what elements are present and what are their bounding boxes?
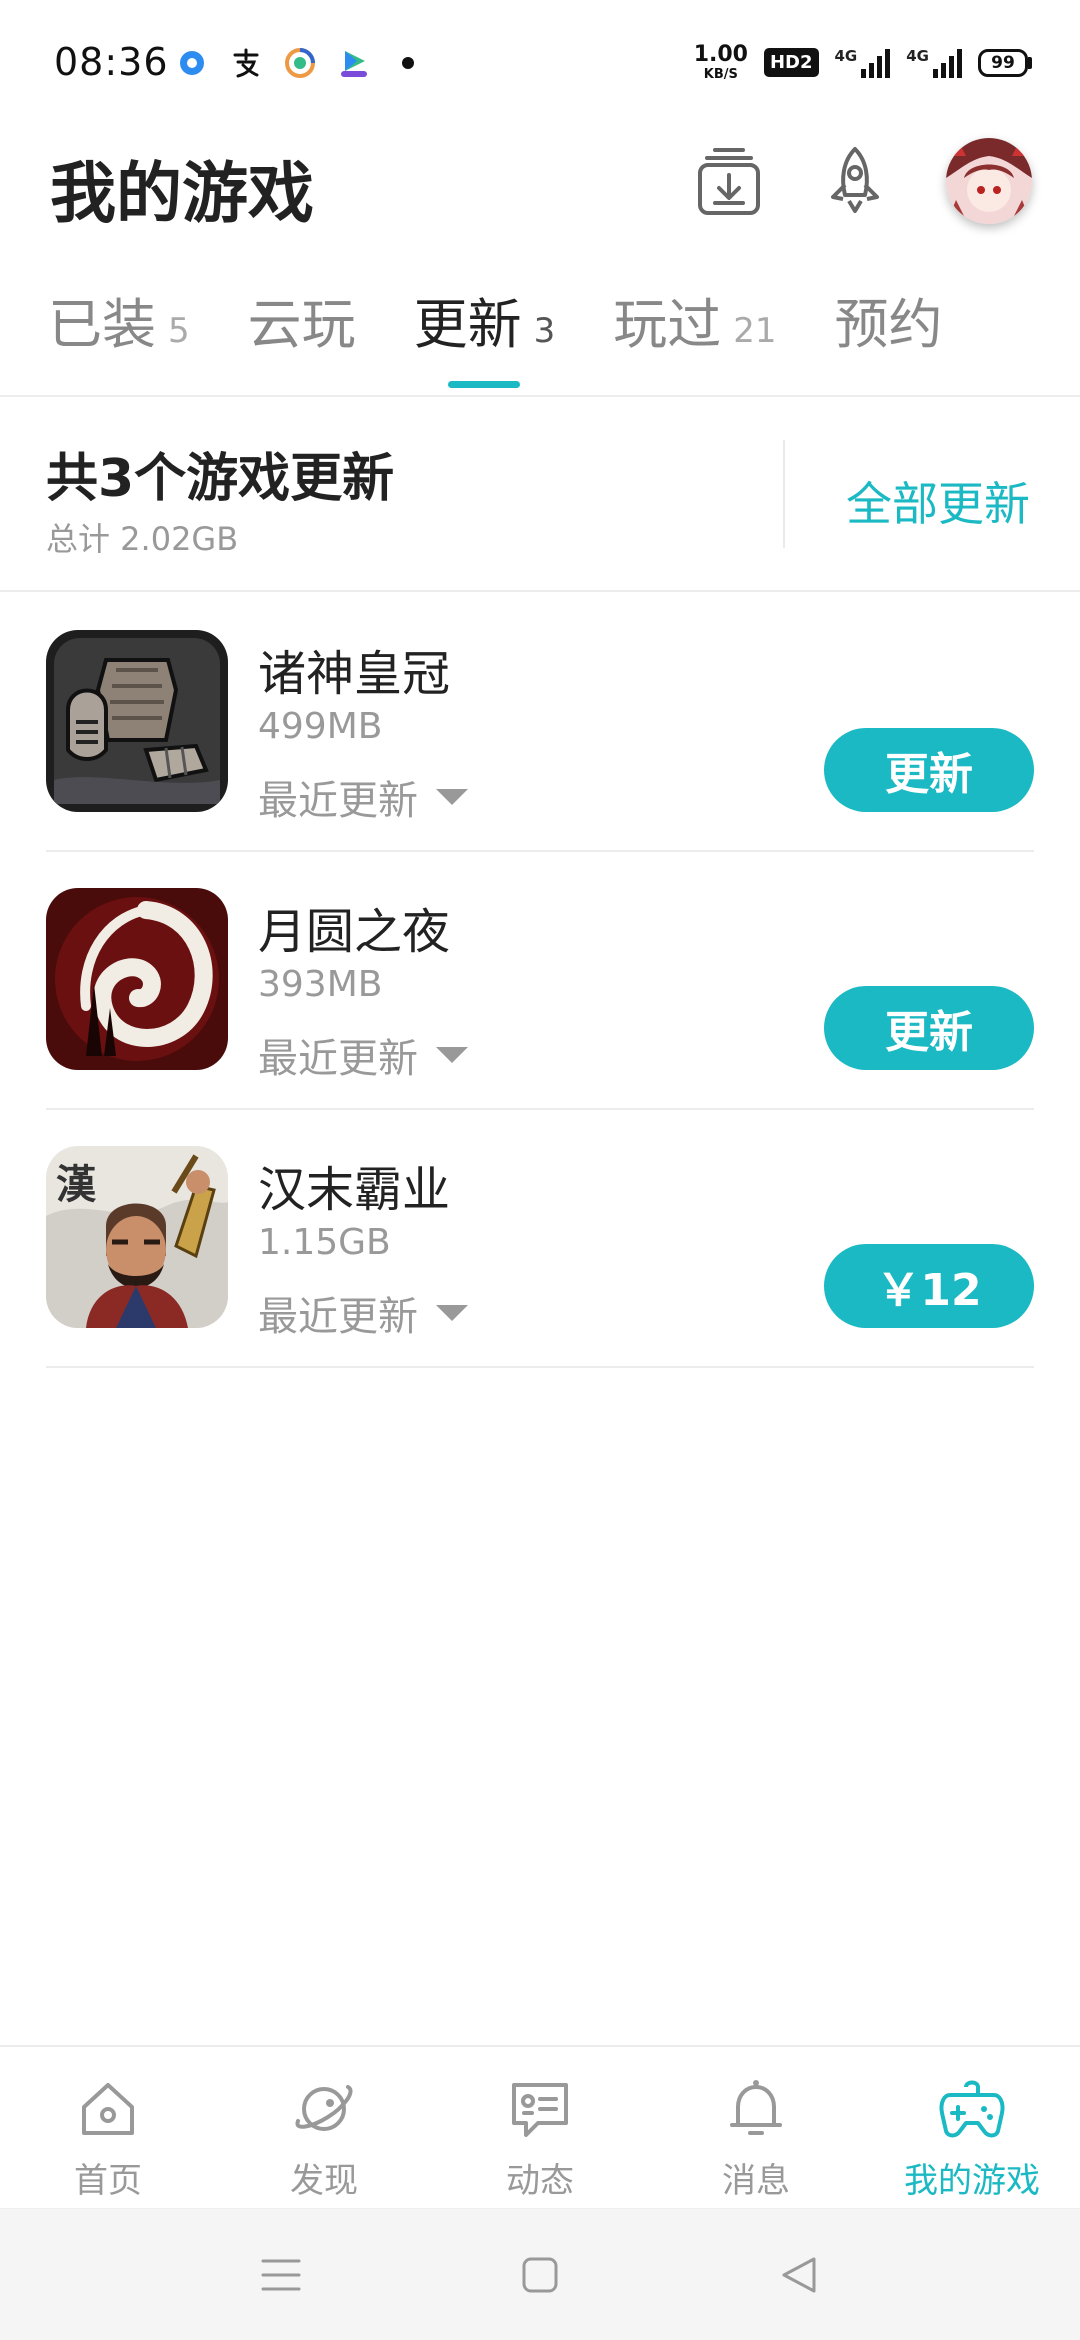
tab-label: 云玩: [247, 293, 356, 356]
tab-label: 预约: [834, 293, 943, 356]
game-accelerator-button[interactable]: [820, 143, 890, 219]
nav-item-feed[interactable]: 动态: [432, 2047, 648, 2207]
back-triangle-icon: [782, 2257, 816, 2292]
my-games-page: 08:36 1.00 KB/S HD2 4G 4G 99 我的游戏 已装 5 云…: [0, 0, 1080, 2340]
update-button[interactable]: 更新: [824, 986, 1034, 1070]
notification-blue-dot-icon: [175, 46, 209, 80]
system-navigation-bar: [0, 2208, 1080, 2340]
nav-label: 消息: [722, 2161, 790, 2201]
notification-icons: [175, 46, 425, 80]
tab-updates[interactable]: 更新 3: [413, 290, 556, 388]
network-speed-value: 1.00: [693, 42, 748, 67]
tabs-divider: [0, 395, 1080, 397]
download-manager-button[interactable]: [694, 143, 764, 219]
caret-down-icon: [436, 1305, 468, 1321]
page-title: 我的游戏: [50, 155, 314, 232]
menu-lines-icon: [261, 2259, 301, 2290]
summary-divider: [0, 590, 1080, 592]
discover-planet-icon: [290, 2075, 358, 2143]
recent-update-toggle[interactable]: 最近更新: [258, 768, 468, 826]
tab-bar: 已装 5 云玩 更新 3 玩过 21 预约: [48, 290, 1001, 388]
header-actions: [694, 138, 1032, 224]
game-size: 393MB: [258, 964, 383, 1005]
tab-cloud-play[interactable]: 云玩: [248, 290, 356, 372]
hd-voice-badge: HD2: [763, 48, 819, 77]
signal-bars-icon: [861, 48, 891, 78]
home-icon: [74, 2075, 142, 2143]
tab-count: 3: [533, 311, 556, 351]
tab-label: 已装: [48, 293, 156, 356]
game-name: 诸神皇冠: [258, 646, 451, 702]
nav-label: 发现: [290, 2161, 358, 2201]
game-row[interactable]: 月圆之夜 393MB 最近更新 更新: [46, 852, 1034, 1110]
tab-played[interactable]: 玩过 21: [613, 290, 776, 372]
recent-update-label: 最近更新: [258, 1036, 418, 1082]
download-manager-icon: [698, 148, 760, 215]
square-home-icon: [522, 2257, 558, 2292]
game-icon-armor[interactable]: [46, 630, 228, 812]
colorful-app-icon: [283, 46, 317, 80]
tab-reserved[interactable]: 预约: [835, 290, 943, 372]
game-name: 汉末霸业: [258, 1162, 451, 1218]
network-speed-unit: KB/S: [703, 67, 738, 82]
caret-down-icon: [436, 789, 468, 805]
recent-update-label: 最近更新: [258, 1294, 418, 1340]
update-all-button[interactable]: 全部更新: [846, 468, 1030, 534]
tab-label: 玩过: [613, 293, 722, 356]
active-tab-indicator: [447, 381, 520, 388]
signal-2-label: 4G: [906, 46, 929, 65]
user-avatar[interactable]: [946, 138, 1032, 224]
update-button[interactable]: 更新: [824, 728, 1034, 812]
back-button[interactable]: [777, 2253, 821, 2297]
bell-icon: [722, 2075, 790, 2143]
signal-1-label: 4G: [834, 46, 858, 65]
game-icon-han-warlord[interactable]: 漢: [46, 1146, 228, 1328]
home-button[interactable]: [518, 2253, 562, 2297]
update-summary-title: 共3个游戏更新: [46, 449, 395, 509]
nav-item-discover[interactable]: 发现: [216, 2047, 432, 2207]
caret-down-icon: [436, 1047, 468, 1063]
status-bar: 08:36 1.00 KB/S HD2 4G 4G 99: [0, 0, 1080, 130]
nav-label: 动态: [506, 2161, 574, 2201]
status-right: 1.00 KB/S HD2 4G 4G 99: [694, 44, 1032, 81]
summary-vertical-divider: [783, 440, 785, 548]
nav-label: 首页: [74, 2161, 142, 2201]
battery-indicator: 99: [978, 48, 1032, 77]
more-notifications-dot-icon: [391, 46, 425, 80]
recent-update-label: 最近更新: [258, 778, 418, 824]
tab-count: 21: [733, 311, 777, 351]
signal-1: 4G: [835, 47, 891, 79]
game-size: 499MB: [258, 706, 383, 747]
signal-2: 4G: [906, 47, 962, 79]
alipay-icon: [229, 46, 263, 80]
network-speed: 1.00 KB/S: [693, 42, 748, 82]
gamepad-icon: [938, 2075, 1006, 2143]
game-icon-text: 漢: [56, 1161, 96, 1208]
battery-level: 99: [978, 48, 1028, 77]
nav-label: 我的游戏: [904, 2161, 1040, 2201]
video-app-icon: [337, 46, 371, 80]
game-size: 1.15GB: [258, 1222, 391, 1263]
status-time: 08:36: [54, 40, 169, 84]
nav-item-my-games[interactable]: 我的游戏: [864, 2047, 1080, 2207]
rocket-icon: [831, 147, 879, 213]
purchase-button[interactable]: ￥12: [824, 1244, 1034, 1328]
game-name: 月圆之夜: [258, 904, 451, 960]
tab-installed[interactable]: 已装 5: [48, 290, 190, 372]
nav-item-home[interactable]: 首页: [0, 2047, 216, 2207]
tab-count: 5: [168, 311, 190, 351]
recent-update-toggle[interactable]: 最近更新: [258, 1284, 468, 1342]
tab-label: 更新: [413, 293, 522, 356]
game-row[interactable]: 漢 汉末霸业 1.15GB 最近更新 ￥12: [46, 1110, 1034, 1368]
feed-message-icon: [506, 2075, 574, 2143]
battery-tip: [1028, 56, 1032, 69]
bottom-navigation: 首页 发现 动态 消息 我的游戏: [0, 2045, 1080, 2207]
game-icon-moon-night[interactable]: [46, 888, 228, 1070]
recent-update-toggle[interactable]: 最近更新: [258, 1026, 468, 1084]
nav-item-messages[interactable]: 消息: [648, 2047, 864, 2207]
menu-button[interactable]: [259, 2253, 303, 2297]
update-total-size: 总计 2.02GB: [46, 520, 239, 558]
game-row[interactable]: 诸神皇冠 499MB 最近更新 更新: [46, 594, 1034, 852]
signal-bars-icon: [933, 48, 962, 78]
